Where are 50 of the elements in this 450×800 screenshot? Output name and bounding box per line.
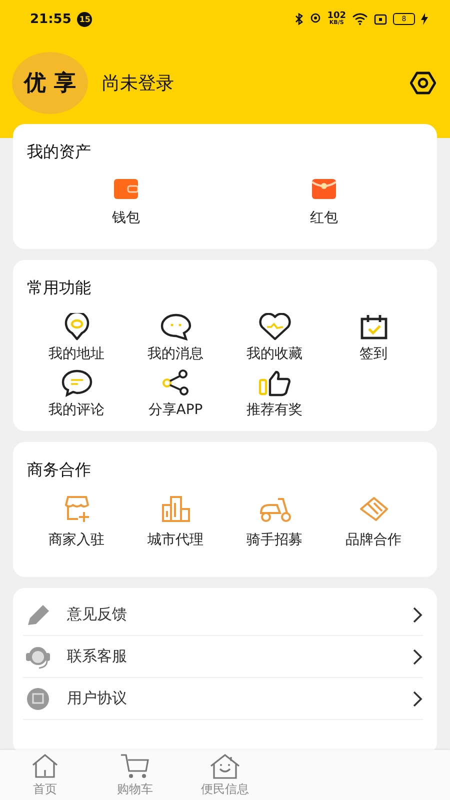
asset-label[interactable]: 钱包 <box>112 209 140 227</box>
feature-label[interactable]: 我的评论 <box>48 401 104 419</box>
buildings-icon <box>160 495 190 523</box>
scooter-icon <box>258 495 292 523</box>
menu-item[interactable]: 意见反馈 <box>67 605 399 624</box>
charging-icon <box>421 13 428 25</box>
home-icon <box>30 752 60 780</box>
calendar-check-icon <box>360 314 388 340</box>
feature-label[interactable]: 城市代理 <box>148 531 204 549</box>
speech-bubble-icon <box>160 313 192 341</box>
feature-label[interactable]: 分享APP <box>148 401 203 419</box>
chevron-icon[interactable] <box>413 690 423 706</box>
chevron-icon[interactable] <box>413 648 423 664</box>
avatar[interactable]: 优 享 <box>12 52 88 114</box>
wallet-icon <box>114 179 138 199</box>
clock: 21:55 <box>30 12 72 26</box>
handshake-icon <box>358 495 390 523</box>
menu-item[interactable]: 联系客服 <box>67 647 399 666</box>
network-speed: 102 <box>327 12 346 21</box>
location-pin-icon <box>64 313 90 341</box>
location-icon <box>310 13 322 25</box>
thumbs-up-icon <box>258 369 292 397</box>
cart-icon <box>119 752 151 780</box>
section-title: 商务合作 <box>27 460 92 481</box>
share-icon <box>160 369 190 397</box>
feature-label[interactable]: 我的消息 <box>148 345 204 363</box>
section-title: 我的资产 <box>27 142 92 163</box>
notification-badge: 15 <box>77 12 92 26</box>
screen-icon <box>374 14 387 24</box>
document-icon <box>26 686 50 710</box>
chevron-icon[interactable] <box>413 606 423 622</box>
envelope-icon <box>312 179 336 199</box>
feature-label[interactable]: 我的地址 <box>48 345 104 363</box>
section-title: 常用功能 <box>27 278 92 299</box>
feature-label[interactable]: 品牌合作 <box>346 531 402 549</box>
pencil-icon <box>25 602 51 626</box>
comment-icon <box>60 369 92 397</box>
house-icon <box>209 752 241 780</box>
feature-label[interactable]: 我的收藏 <box>246 345 302 363</box>
bluetooth-icon <box>295 13 304 25</box>
feature-label[interactable]: 商家入驻 <box>48 531 104 549</box>
login-status[interactable]: 尚未登录 <box>102 71 396 95</box>
feature-label[interactable]: 推荐有奖 <box>246 401 302 419</box>
settings-icon[interactable] <box>410 71 436 95</box>
asset-label[interactable]: 红包 <box>310 209 338 227</box>
feature-label[interactable]: 骑手招募 <box>246 531 302 549</box>
heart-icon <box>258 313 292 341</box>
menu-item[interactable]: 用户协议 <box>67 689 399 708</box>
wifi-icon <box>352 13 368 25</box>
feature-label[interactable]: 签到 <box>360 345 388 363</box>
